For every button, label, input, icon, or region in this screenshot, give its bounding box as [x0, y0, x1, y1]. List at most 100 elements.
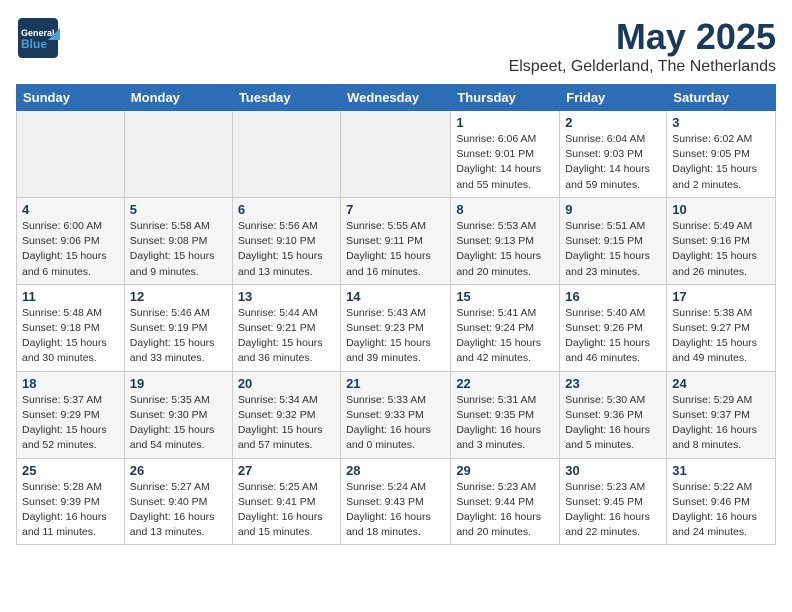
- calendar-cell: 19Sunrise: 5:35 AMSunset: 9:30 PMDayligh…: [124, 371, 232, 458]
- day-info: Sunrise: 5:49 AMSunset: 9:16 PMDaylight:…: [672, 219, 770, 280]
- day-info: Sunrise: 5:35 AMSunset: 9:30 PMDaylight:…: [130, 393, 227, 454]
- day-number: 28: [346, 463, 445, 478]
- day-number: 21: [346, 376, 445, 391]
- day-number: 30: [565, 463, 661, 478]
- day-number: 13: [238, 289, 335, 304]
- day-info: Sunrise: 5:48 AMSunset: 9:18 PMDaylight:…: [22, 306, 119, 367]
- calendar-cell: 13 Sunrise: 5:44 AMSunset: 9:21 PMDayligh…: [232, 284, 340, 371]
- day-info: Sunrise: 5:23 AMSunset: 9:45 PMDaylight:…: [565, 480, 661, 541]
- day-number: 17: [672, 289, 770, 304]
- calendar-cell: 12 Sunrise: 5:46 AMSunset: 9:19 PMDayligh…: [124, 284, 232, 371]
- calendar-cell: 20 Sunrise: 5:34 AMSunset: 9:32 PMDayligh…: [232, 371, 340, 458]
- day-number: 15: [456, 289, 554, 304]
- calendar-cell: 16 Sunrise: 5:40 AMSunset: 9:26 PMDayligh…: [560, 284, 667, 371]
- calendar-week-row: 1Sunrise: 6:06 AMSunset: 9:01 PMDaylight…: [17, 111, 776, 198]
- day-number: 22: [456, 376, 554, 391]
- calendar-cell: 22 Sunrise: 5:31 AMSunset: 9:35 PMDayligh…: [451, 371, 560, 458]
- day-info: Sunrise: 5:34 AMSunset: 9:32 PMDaylight:…: [238, 393, 335, 454]
- day-info: Sunrise: 5:41 AMSunset: 9:24 PMDaylight:…: [456, 306, 554, 367]
- day-number: 25: [22, 463, 119, 478]
- weekday-header-wednesday: Wednesday: [341, 85, 451, 111]
- calendar-cell: 3 Sunrise: 6:02 AMSunset: 9:05 PMDaylight…: [667, 111, 776, 198]
- day-number: 26: [130, 463, 227, 478]
- weekday-header-saturday: Saturday: [667, 85, 776, 111]
- calendar-table: SundayMondayTuesdayWednesdayThursdayFrid…: [16, 84, 776, 545]
- day-number: 31: [672, 463, 770, 478]
- logo: General Blue: [16, 16, 64, 65]
- day-info: Sunrise: 5:33 AMSunset: 9:33 PMDaylight:…: [346, 393, 445, 454]
- weekday-header-row: SundayMondayTuesdayWednesdayThursdayFrid…: [17, 85, 776, 111]
- calendar-cell: [341, 111, 451, 198]
- day-info: Sunrise: 5:53 AMSunset: 9:13 PMDaylight:…: [456, 219, 554, 280]
- day-info: Sunrise: 5:27 AMSunset: 9:40 PMDaylight:…: [130, 480, 227, 541]
- calendar-cell: 25 Sunrise: 5:28 AMSunset: 9:39 PMDayligh…: [17, 458, 125, 545]
- calendar-cell: 7 Sunrise: 5:55 AMSunset: 9:11 PMDaylight…: [341, 197, 451, 284]
- day-info: Sunrise: 5:29 AMSunset: 9:37 PMDaylight:…: [672, 393, 770, 454]
- day-info: Sunrise: 5:22 AMSunset: 9:46 PMDaylight:…: [672, 480, 770, 541]
- calendar-cell: 24 Sunrise: 5:29 AMSunset: 9:37 PMDayligh…: [667, 371, 776, 458]
- day-number: 18: [22, 376, 119, 391]
- day-info: Sunrise: 6:02 AMSunset: 9:05 PMDaylight:…: [672, 132, 770, 193]
- calendar-cell: 28Sunrise: 5:24 AMSunset: 9:43 PMDayligh…: [341, 458, 451, 545]
- day-number: 20: [238, 376, 335, 391]
- calendar-cell: 4 Sunrise: 6:00 AMSunset: 9:06 PMDaylight…: [17, 197, 125, 284]
- month-title: May 2025: [509, 16, 776, 58]
- calendar-cell: 15 Sunrise: 5:41 AMSunset: 9:24 PMDayligh…: [451, 284, 560, 371]
- day-info: Sunrise: 5:58 AMSunset: 9:08 PMDaylight:…: [130, 219, 227, 280]
- day-number: 5: [130, 202, 227, 217]
- day-number: 1: [456, 115, 554, 130]
- calendar-cell: [17, 111, 125, 198]
- day-number: 16: [565, 289, 661, 304]
- logo-icon: General Blue: [16, 16, 60, 60]
- day-info: Sunrise: 5:25 AMSunset: 9:41 PMDaylight:…: [238, 480, 335, 541]
- day-info: Sunrise: 6:00 AMSunset: 9:06 PMDaylight:…: [22, 219, 119, 280]
- calendar-cell: 26 Sunrise: 5:27 AMSunset: 9:40 PMDayligh…: [124, 458, 232, 545]
- day-info: Sunrise: 5:38 AMSunset: 9:27 PMDaylight:…: [672, 306, 770, 367]
- calendar-cell: 6Sunrise: 5:56 AMSunset: 9:10 PMDaylight…: [232, 197, 340, 284]
- calendar-cell: 9 Sunrise: 5:51 AMSunset: 9:15 PMDaylight…: [560, 197, 667, 284]
- day-number: 10: [672, 202, 770, 217]
- day-number: 14: [346, 289, 445, 304]
- calendar-cell: 27Sunrise: 5:25 AMSunset: 9:41 PMDayligh…: [232, 458, 340, 545]
- calendar-cell: [124, 111, 232, 198]
- day-number: 6: [238, 202, 335, 217]
- day-number: 7: [346, 202, 445, 217]
- day-info: Sunrise: 5:40 AMSunset: 9:26 PMDaylight:…: [565, 306, 661, 367]
- day-number: 3: [672, 115, 770, 130]
- weekday-header-monday: Monday: [124, 85, 232, 111]
- day-info: Sunrise: 5:43 AMSunset: 9:23 PMDaylight:…: [346, 306, 445, 367]
- day-number: 29: [456, 463, 554, 478]
- day-number: 9: [565, 202, 661, 217]
- day-info: Sunrise: 5:51 AMSunset: 9:15 PMDaylight:…: [565, 219, 661, 280]
- day-number: 8: [456, 202, 554, 217]
- day-info: Sunrise: 5:55 AMSunset: 9:11 PMDaylight:…: [346, 219, 445, 280]
- calendar-cell: 17 Sunrise: 5:38 AMSunset: 9:27 PMDayligh…: [667, 284, 776, 371]
- calendar-cell: 29Sunrise: 5:23 AMSunset: 9:44 PMDayligh…: [451, 458, 560, 545]
- day-info: Sunrise: 6:04 AMSunset: 9:03 PMDaylight:…: [565, 132, 661, 193]
- calendar-cell: [232, 111, 340, 198]
- day-info: Sunrise: 5:31 AMSunset: 9:35 PMDaylight:…: [456, 393, 554, 454]
- day-number: 2: [565, 115, 661, 130]
- location-title: Elspeet, Gelderland, The Netherlands: [509, 58, 776, 76]
- day-number: 23: [565, 376, 661, 391]
- calendar-cell: 5 Sunrise: 5:58 AMSunset: 9:08 PMDaylight…: [124, 197, 232, 284]
- day-number: 12: [130, 289, 227, 304]
- day-number: 4: [22, 202, 119, 217]
- day-info: Sunrise: 5:44 AMSunset: 9:21 PMDaylight:…: [238, 306, 335, 367]
- calendar-cell: 31 Sunrise: 5:22 AMSunset: 9:46 PMDayligh…: [667, 458, 776, 545]
- day-info: Sunrise: 5:30 AMSunset: 9:36 PMDaylight:…: [565, 393, 661, 454]
- day-number: 24: [672, 376, 770, 391]
- day-info: Sunrise: 5:46 AMSunset: 9:19 PMDaylight:…: [130, 306, 227, 367]
- day-number: 11: [22, 289, 119, 304]
- day-info: Sunrise: 5:28 AMSunset: 9:39 PMDaylight:…: [22, 480, 119, 541]
- calendar-cell: 18Sunrise: 5:37 AMSunset: 9:29 PMDayligh…: [17, 371, 125, 458]
- weekday-header-friday: Friday: [560, 85, 667, 111]
- weekday-header-tuesday: Tuesday: [232, 85, 340, 111]
- calendar-cell: 8 Sunrise: 5:53 AMSunset: 9:13 PMDaylight…: [451, 197, 560, 284]
- page-header: General Blue May 2025 Elspeet, Gelderlan…: [16, 16, 776, 76]
- svg-text:Blue: Blue: [21, 37, 47, 51]
- weekday-header-sunday: Sunday: [17, 85, 125, 111]
- calendar-cell: 23 Sunrise: 5:30 AMSunset: 9:36 PMDayligh…: [560, 371, 667, 458]
- calendar-week-row: 18Sunrise: 5:37 AMSunset: 9:29 PMDayligh…: [17, 371, 776, 458]
- title-area: May 2025 Elspeet, Gelderland, The Nether…: [509, 16, 776, 76]
